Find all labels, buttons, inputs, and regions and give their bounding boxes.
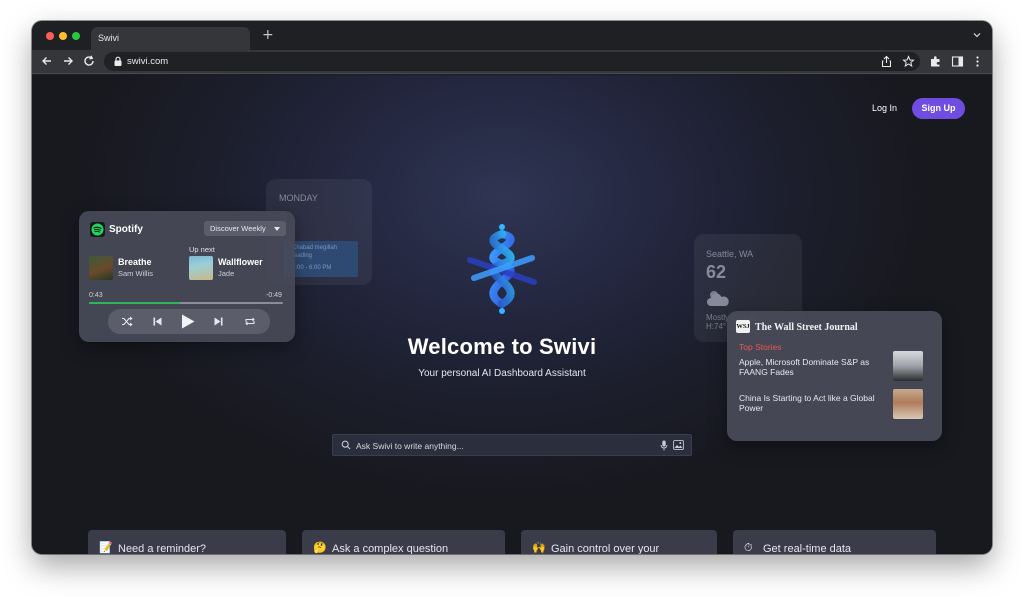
page-content: Log In Sign Up MONDAY 6 Chabad megillah … <box>32 75 992 554</box>
feature-card-label: Need a reminder? <box>118 543 207 554</box>
forward-arrow-icon[interactable] <box>61 54 75 68</box>
minimize-window-button[interactable] <box>59 32 67 40</box>
chevron-down-icon[interactable] <box>972 30 982 40</box>
microphone-icon[interactable] <box>660 440 668 451</box>
feature-card-question[interactable]: 🤔 Ask a complex question <box>302 530 505 554</box>
current-track-artwork <box>89 256 113 280</box>
image-upload-icon[interactable] <box>673 440 684 450</box>
spotify-title: Spotify <box>109 224 143 235</box>
weather-location: Seattle, WA <box>706 249 754 259</box>
spotify-widget: Spotify Discover Weekly Up next Breathe … <box>79 211 295 342</box>
news-section-label: Top Stories <box>739 342 782 352</box>
feature-card-reminder[interactable]: 📝 Need a reminder? <box>88 530 286 554</box>
address-bar[interactable]: swivi.com <box>104 52 920 71</box>
share-icon[interactable] <box>880 55 893 68</box>
calendar-event: Chabad megillah reading 5:00 - 6:00 PM <box>284 241 358 277</box>
next-track-artist: Jade <box>218 269 235 278</box>
up-next-label: Up next <box>189 245 215 254</box>
calendar-event-title: Chabad megillah reading <box>292 245 338 259</box>
side-panel-icon[interactable] <box>951 55 964 68</box>
current-track-artist: Sam Willis <box>118 269 153 278</box>
browser-toolbar: swivi.com <box>32 50 992 74</box>
feature-card-label: Ask a complex question <box>332 543 449 554</box>
cloud-sun-icon <box>707 291 729 306</box>
new-tab-button[interactable]: + <box>262 27 274 43</box>
current-track-title: Breathe <box>118 257 152 267</box>
weather-temperature: 62 <box>706 262 727 282</box>
maximize-window-button[interactable] <box>72 32 80 40</box>
signup-button[interactable]: Sign Up <box>912 98 965 119</box>
url-text: swivi.com <box>127 56 169 67</box>
search-icon <box>341 440 351 450</box>
feature-card-label: Get real-time data <box>763 543 852 554</box>
next-track-artwork[interactable] <box>189 256 213 280</box>
dropdown-caret-icon <box>274 227 280 231</box>
stopwatch-icon: ⏱ <box>744 541 753 554</box>
spotify-logo-icon <box>90 222 105 237</box>
playlist-selected: Discover Weekly <box>210 224 266 233</box>
login-link[interactable]: Log In <box>872 103 897 113</box>
news-headline[interactable]: China Is Starting to Act like a Global P… <box>739 393 881 413</box>
feature-card-realtime[interactable]: ⏱ Get real-time data <box>733 530 936 554</box>
remaining-time: -0:49 <box>266 292 282 299</box>
play-icon[interactable] <box>180 313 196 330</box>
browser-tab[interactable]: Swivi <box>91 27 250 50</box>
search-placeholder: Ask Swivi to write anything... <box>356 441 464 451</box>
feature-card-label: Gain control over your <box>551 543 660 554</box>
news-headline[interactable]: Apple, Microsoft Dominate S&P as FAANG F… <box>739 357 881 377</box>
ask-swivi-search-bar[interactable]: Ask Swivi to write anything... <box>332 434 692 456</box>
previous-track-icon[interactable] <box>152 316 163 327</box>
tab-title: Swivi <box>98 33 120 43</box>
news-thumbnail[interactable] <box>893 351 923 381</box>
elapsed-time: 0:43 <box>89 292 103 299</box>
back-arrow-icon[interactable] <box>40 54 54 68</box>
memo-icon: 📝 <box>99 541 113 554</box>
playback-progress-fill <box>89 302 181 304</box>
thinking-face-icon: 🤔 <box>313 541 327 554</box>
next-track-icon[interactable] <box>213 316 224 327</box>
close-window-button[interactable] <box>46 32 54 40</box>
extensions-icon[interactable] <box>929 55 942 68</box>
news-source: The Wall Street Journal <box>755 322 858 333</box>
news-thumbnail[interactable] <box>893 389 923 419</box>
feature-card-control[interactable]: 🙌 Gain control over your <box>521 530 717 554</box>
wsj-logo: WSJ <box>736 320 750 333</box>
tab-bar: Swivi + <box>32 21 992 50</box>
next-track-title[interactable]: Wallflower <box>218 257 263 267</box>
calendar-day: MONDAY <box>279 193 318 203</box>
news-widget: WSJ The Wall Street Journal Top Stories … <box>727 311 942 441</box>
repeat-icon[interactable] <box>244 316 256 327</box>
swivi-logo <box>467 224 537 314</box>
calendar-event-time: 5:00 - 6:00 PM <box>292 265 332 271</box>
more-menu-icon[interactable] <box>971 55 984 68</box>
playback-progress-bar[interactable] <box>89 302 283 304</box>
playback-controls <box>108 309 270 334</box>
shuffle-icon[interactable] <box>121 316 133 327</box>
reload-icon[interactable] <box>82 54 96 68</box>
bookmark-star-icon[interactable] <box>902 55 915 68</box>
playlist-dropdown[interactable]: Discover Weekly <box>204 221 286 236</box>
lock-icon <box>114 56 122 66</box>
raised-hands-icon: 🙌 <box>532 541 546 554</box>
browser-window: Swivi + swivi.com Log In Sign Up MONDAY … <box>32 21 992 554</box>
